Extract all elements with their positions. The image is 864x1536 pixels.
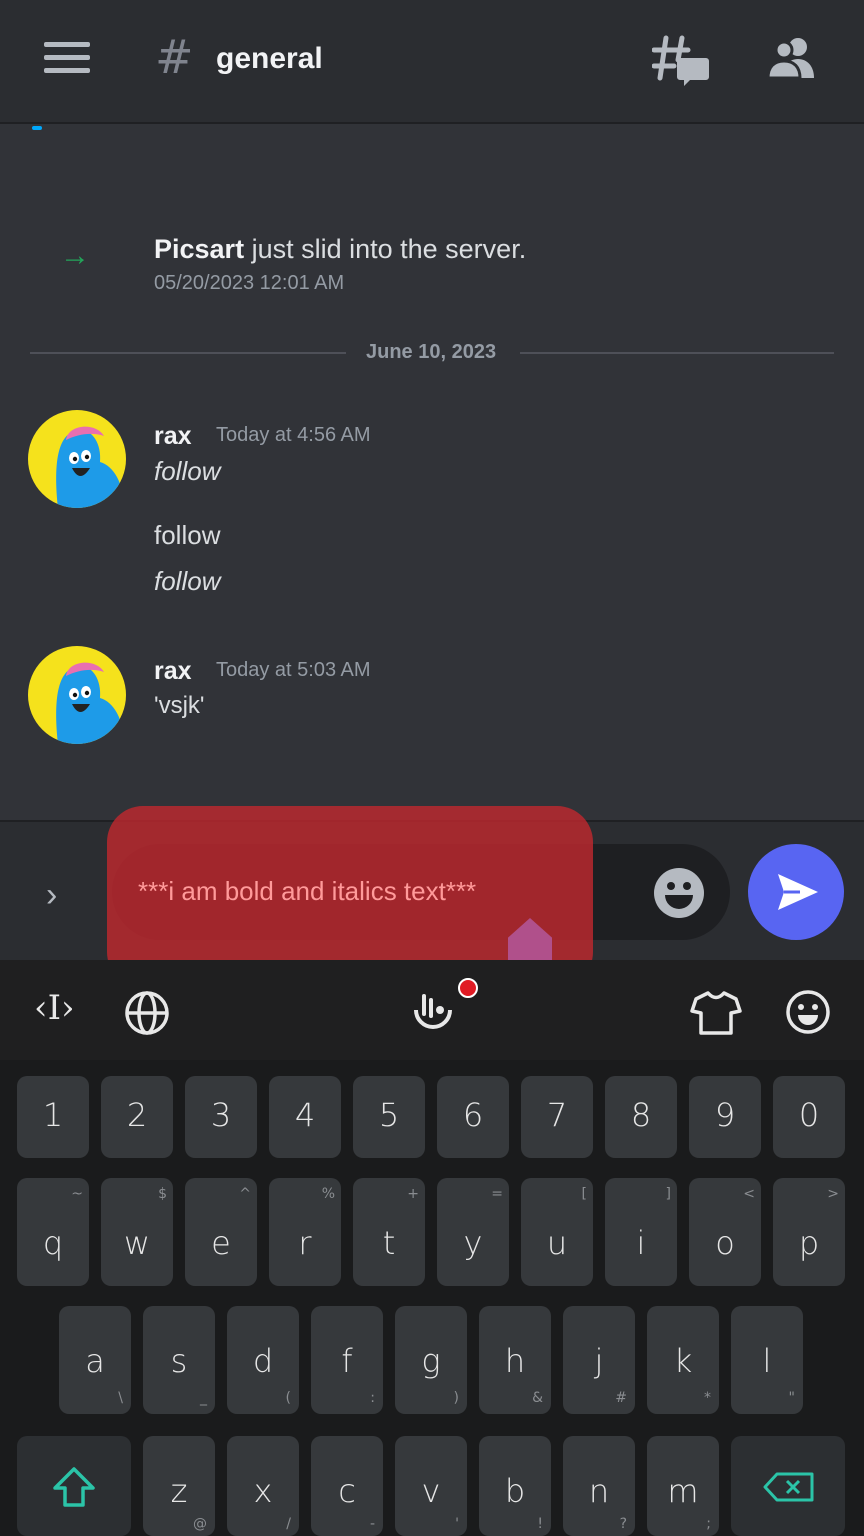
send-button[interactable] xyxy=(748,844,844,940)
emoji-icon[interactable] xyxy=(654,868,704,918)
message-timestamp: Today at 5:03 AM xyxy=(216,659,371,681)
key-f[interactable]: f: xyxy=(311,1306,383,1414)
voice-gesture-icon[interactable] xyxy=(410,990,456,1036)
threads-icon[interactable] xyxy=(652,34,710,86)
key-a[interactable]: a \ xyxy=(59,1306,131,1414)
globe-icon[interactable] xyxy=(124,990,170,1036)
join-username[interactable]: Picsart xyxy=(154,234,244,264)
channel-hash-icon: # xyxy=(155,30,194,84)
notification-dot xyxy=(458,978,478,998)
key-z[interactable]: z @ xyxy=(143,1436,215,1536)
key-7[interactable]: 7 xyxy=(521,1076,593,1158)
backspace-key[interactable] xyxy=(731,1436,845,1536)
key-9[interactable]: 9 xyxy=(689,1076,761,1158)
key-e[interactable]: ^ e xyxy=(185,1178,257,1286)
message-text[interactable]: follow xyxy=(154,520,220,551)
keyboard-toolbar: ‹I› xyxy=(0,960,864,1060)
chevron-right-icon[interactable]: › xyxy=(46,876,57,915)
key-2[interactable]: 2 xyxy=(101,1076,173,1158)
shift-key[interactable] xyxy=(17,1436,131,1536)
message-list[interactable]: → Picsart just slid into the server. 05/… xyxy=(0,126,864,820)
key-o[interactable]: < o xyxy=(689,1178,761,1286)
text-cursor-icon[interactable]: ‹I› xyxy=(34,988,75,1028)
hamburger-menu-icon[interactable] xyxy=(44,42,90,74)
key-t[interactable]: + t xyxy=(353,1178,425,1286)
scroll-indicator xyxy=(32,126,42,130)
key-y[interactable]: = y xyxy=(437,1178,509,1286)
system-join-message: Picsart just slid into the server. xyxy=(154,234,526,265)
key-r[interactable]: % r xyxy=(269,1178,341,1286)
key-d[interactable]: d( xyxy=(227,1306,299,1414)
date-divider-line-right xyxy=(520,352,834,354)
message-username[interactable]: rax xyxy=(154,422,192,451)
key-s[interactable]: s _ xyxy=(143,1306,215,1414)
message-text[interactable]: follow xyxy=(154,566,220,597)
members-icon[interactable] xyxy=(766,36,818,80)
message-username[interactable]: rax xyxy=(154,657,192,686)
key-q[interactable]: ~ q xyxy=(17,1178,89,1286)
key-j[interactable]: j # xyxy=(563,1306,635,1414)
arrow-right-icon: → xyxy=(60,239,90,272)
join-timestamp: 05/20/2023 12:01 AM xyxy=(154,272,345,294)
message-timestamp: Today at 4:56 AM xyxy=(216,424,371,446)
key-n[interactable]: n? xyxy=(563,1436,635,1536)
key-l[interactable]: l " xyxy=(731,1306,803,1414)
keyboard: 1 2 3 4 5 6 7 8 9 0 ~ q $ w ^ e % r + t = y [u… xyxy=(0,1060,864,1536)
key-k[interactable]: k * xyxy=(647,1306,719,1414)
date-divider-line-left xyxy=(30,352,346,354)
join-text: just slid into the server. xyxy=(244,234,527,264)
key-6[interactable]: 6 xyxy=(437,1076,509,1158)
date-divider: June 10, 2023 xyxy=(366,341,497,363)
channel-name[interactable]: general xyxy=(216,42,323,76)
message-text[interactable]: 'vsjk' xyxy=(154,692,205,720)
key-u[interactable]: [u xyxy=(521,1178,593,1286)
key-i[interactable]: ] i xyxy=(605,1178,677,1286)
message-text[interactable]: follow xyxy=(154,456,220,487)
key-8[interactable]: 8 xyxy=(605,1076,677,1158)
key-x[interactable]: x / xyxy=(227,1436,299,1536)
avatar[interactable] xyxy=(28,410,126,508)
key-g[interactable]: g) xyxy=(395,1306,467,1414)
avatar[interactable] xyxy=(28,646,126,744)
key-4[interactable]: 4 xyxy=(269,1076,341,1158)
channel-header: # general xyxy=(0,0,864,124)
input-text[interactable]: ***i am bold and italics text*** xyxy=(138,876,476,907)
send-icon xyxy=(778,874,818,910)
key-m[interactable]: m; xyxy=(647,1436,719,1536)
key-3[interactable]: 3 xyxy=(185,1076,257,1158)
key-p[interactable]: > p xyxy=(773,1178,845,1286)
key-w[interactable]: $ w xyxy=(101,1178,173,1286)
backspace-icon xyxy=(763,1472,814,1502)
key-c[interactable]: c- xyxy=(311,1436,383,1536)
emoji-keyboard-icon[interactable] xyxy=(784,988,832,1036)
key-h[interactable]: h & xyxy=(479,1306,551,1414)
key-5[interactable]: 5 xyxy=(353,1076,425,1158)
key-0[interactable]: 0 xyxy=(773,1076,845,1158)
key-b[interactable]: b! xyxy=(479,1436,551,1536)
theme-shirt-icon[interactable] xyxy=(690,990,742,1036)
key-1[interactable]: 1 xyxy=(17,1076,89,1158)
key-v[interactable]: v ' xyxy=(395,1436,467,1536)
shift-arrow-icon xyxy=(53,1467,95,1507)
